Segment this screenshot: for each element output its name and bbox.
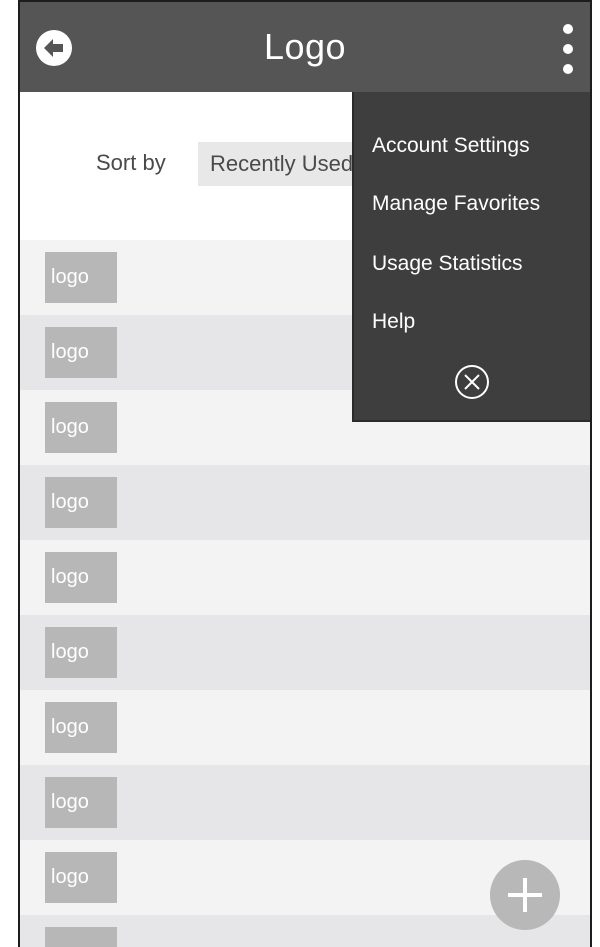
page-title: Logo [263, 26, 347, 67]
menu-close-button[interactable] [454, 364, 490, 400]
list-item[interactable]: logo [20, 540, 590, 615]
app-screen: Logo Sort by Recently Used logo logo log… [18, 0, 592, 947]
logo-placeholder: logo [45, 327, 117, 378]
logo-placeholder: logo [45, 402, 117, 453]
list-item[interactable]: logo [20, 465, 590, 540]
plus-icon [508, 878, 542, 912]
logo-placeholder: logo [45, 852, 117, 903]
sort-label: Sort by [96, 150, 166, 175]
list-item[interactable]: logo [20, 615, 590, 690]
menu-item-account-settings[interactable]: Account Settings [372, 134, 530, 158]
logo-placeholder: logo [45, 552, 117, 603]
list-item[interactable]: logo [20, 690, 590, 765]
logo-placeholder: logo [45, 702, 117, 753]
kebab-menu-icon[interactable] [560, 24, 576, 74]
add-button[interactable] [490, 860, 560, 930]
menu-item-manage-favorites[interactable]: Manage Favorites [372, 192, 540, 216]
logo-placeholder [45, 927, 117, 947]
list-item[interactable]: logo [20, 765, 590, 840]
logo-placeholder: logo [45, 252, 117, 303]
overflow-menu: Account Settings Manage Favorites Usage … [352, 92, 590, 422]
logo-placeholder: logo [45, 627, 117, 678]
menu-item-help[interactable]: Help [372, 310, 415, 334]
app-bar: Logo [20, 2, 590, 92]
logo-placeholder: logo [45, 477, 117, 528]
logo-placeholder: logo [45, 777, 117, 828]
menu-item-usage-statistics[interactable]: Usage Statistics [372, 252, 523, 276]
close-circle-icon [455, 365, 489, 399]
